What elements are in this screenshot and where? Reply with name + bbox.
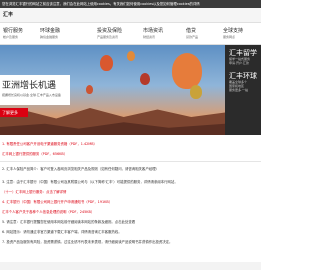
main-nav: 银行服务 帐户及服务 环球金融 跨境金融服务 投资及保险 产品服务及资讯 市场资… <box>0 23 261 45</box>
nav-item-title: 市场资讯 <box>143 28 164 34</box>
footer-bar <box>0 262 261 270</box>
side-promo-title: 汇丰环球 <box>229 72 257 80</box>
divider <box>0 161 261 162</box>
balloon-image <box>86 85 93 94</box>
nav-item-title: 投资及保险 <box>97 28 123 34</box>
balloon-image <box>127 51 135 61</box>
notice-link[interactable]: 1. 有限责任公司客户开设电子渠道服务资格（PDF，1.42MB） <box>0 139 261 149</box>
nav-item-sub: 财经资讯 <box>143 35 156 39</box>
notice-link[interactable]: 4. 汇丰银行（中国）有限公司网上银行开户申请通知书（PDF，191KB） <box>0 197 261 207</box>
balloon-image <box>190 85 202 99</box>
notice-link[interactable]: 汇丰个人客户关于各种个人信息处理的说明（PDF，245KB） <box>0 207 261 217</box>
notice-link[interactable]: （十一）汇丰网上银行服务：点击了解详情 <box>0 187 261 197</box>
notice-text: 2. 汇丰人保险产品简介：客户可登入各网页浏览相关产品及规则（如有任何疑问，请咨… <box>2 167 159 171</box>
notice-text: 7. 投资产品及服务有风险，投资需谨慎。过往业绩不代表未来表现，请仔细阅读产品说… <box>2 240 173 244</box>
nav-item-banking[interactable]: 银行服务 帐户及服务 <box>3 27 35 39</box>
nav-item-sub: 贷款产品 <box>186 35 199 39</box>
notice-text: 5. 请注意：汇丰银行提醒您在使用本网站前仔细阅读本网站的条款及细则。点击此处查… <box>2 220 136 224</box>
nav-item-support[interactable]: 全球支持 服务网点 <box>223 27 255 39</box>
nav-item-sub: 跨境金融服务 <box>40 35 59 39</box>
nav-item-title: 全球支持 <box>223 28 244 34</box>
side-promo-line: 服务更多·一站 <box>229 88 248 92</box>
balloon-image <box>100 55 113 71</box>
hero-card: 亚洲增长机遇 把握增长良机以基金·全球·汇丰产品入市设备 <box>0 75 70 105</box>
nav-item-market[interactable]: 市场资讯 财经资讯 <box>143 27 175 39</box>
side-promo-title: 汇丰留学 <box>229 49 257 57</box>
hero-title: 亚洲增长机遇 <box>2 81 57 91</box>
nav-item-sub: 产品服务及资讯 <box>97 35 119 39</box>
hero-subtitle: 把握增长良机以基金·全球·汇丰产品入市设备 <box>2 93 61 97</box>
nav-item-loans[interactable]: 借贷 贷款产品 <box>186 27 218 39</box>
balloon-image <box>172 53 202 89</box>
top-bar: 汇丰 <box>0 8 261 23</box>
cookie-text: 您在浏览汇丰银行的网站之前应该注意，我们会在此网站上使用cookies。有关我们… <box>2 2 200 6</box>
side-panel: 汇丰留学 留学一站式服务 申请·开户·汇款 汇丰环球 覆盖全球多个 国家和地区 … <box>225 45 261 135</box>
side-promo-study[interactable]: 汇丰留学 留学一站式服务 申请·开户·汇款 <box>229 49 261 65</box>
hero-banner: 亚洲增长机遇 把握增长良机以基金·全球·汇丰产品入市设备 了解更多 <box>0 45 261 135</box>
notice-text: 6. 网站提示：请勿通过非官方渠道下载汇丰客户端，详情请咨询汇丰客服热线。 <box>2 230 122 234</box>
side-promo-global[interactable]: 汇丰环球 覆盖全球多个 国家和地区 服务更多·一站 <box>229 72 261 92</box>
brand-logo[interactable]: 汇丰 <box>3 11 13 18</box>
nav-item-global[interactable]: 环球金融 跨境金融服务 <box>40 27 72 39</box>
side-promo-line: 申请·开户·汇款 <box>229 61 249 65</box>
notice-link[interactable]: 汇丰网上银行提供的服务（PDF，656KB） <box>0 149 261 159</box>
cookie-banner: 您在浏览汇丰银行的网站之前应该注意，我们会在此网站上使用cookies。有关我们… <box>0 0 261 8</box>
balloon-image <box>140 73 150 85</box>
notice-content: 1. 有限责任公司客户开设电子渠道服务资格（PDF，1.42MB） 汇丰网上银行… <box>0 139 261 247</box>
nav-item-sub: 服务网点 <box>223 35 236 39</box>
nav-item-invest[interactable]: 投资及保险 产品服务及资讯 <box>97 27 129 39</box>
notice-text: 3. 注意：由于汇丰银行（中国）有限公司及其附属公司与（以下简称'汇丰'）可能提… <box>2 180 178 184</box>
nav-item-sub: 帐户及服务 <box>3 35 19 39</box>
nav-item-title: 环球金融 <box>40 28 61 34</box>
nav-item-title: 银行服务 <box>3 28 24 34</box>
nav-item-title: 借贷 <box>186 28 197 34</box>
learn-more-button[interactable]: 了解更多 <box>0 108 28 117</box>
